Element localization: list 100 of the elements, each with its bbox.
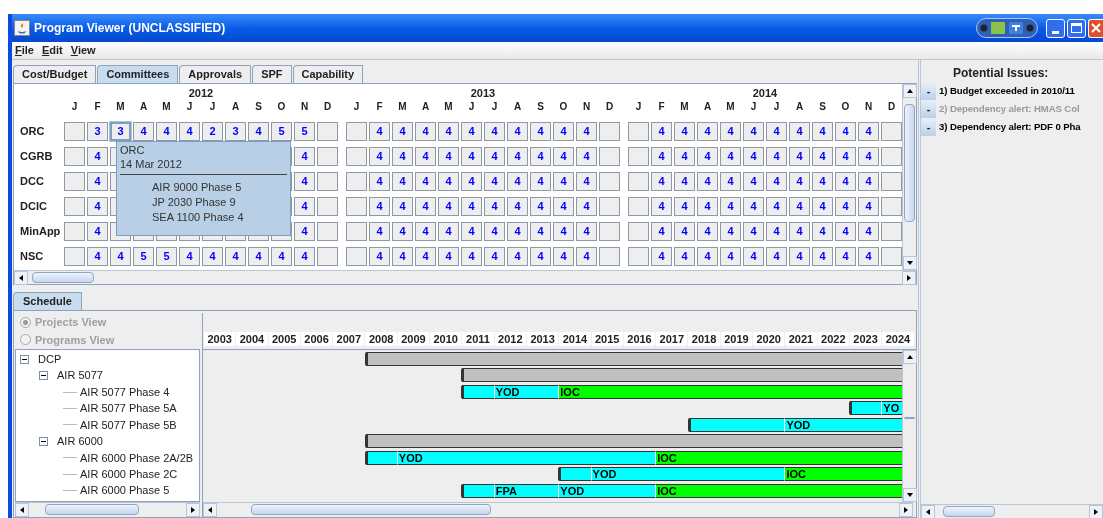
committee-cell[interactable]: 4 <box>835 247 856 266</box>
committee-cell[interactable] <box>346 122 367 141</box>
menu-item[interactable]: File <box>15 42 34 59</box>
committee-cell[interactable]: 4 <box>110 247 131 266</box>
committee-cell[interactable]: 4 <box>674 197 695 216</box>
committee-cell[interactable]: 4 <box>484 172 505 191</box>
remove-button[interactable]: - <box>921 82 936 100</box>
committee-cell[interactable]: 4 <box>858 172 879 191</box>
committee-cell[interactable]: 4 <box>697 222 718 241</box>
remove-button[interactable]: - <box>921 118 936 136</box>
committee-cell[interactable]: 4 <box>415 222 436 241</box>
committee-cell[interactable] <box>628 172 649 191</box>
committee-cell[interactable] <box>346 247 367 266</box>
committee-cell[interactable]: 4 <box>858 147 879 166</box>
milestone-segment[interactable]: IOC <box>655 483 902 498</box>
committee-cell[interactable]: 4 <box>484 222 505 241</box>
committee-cell[interactable] <box>346 147 367 166</box>
committee-cell[interactable]: 4 <box>766 197 787 216</box>
committee-cell[interactable] <box>599 222 620 241</box>
committee-cell[interactable]: 4 <box>674 122 695 141</box>
committee-cell[interactable]: 2 <box>202 122 223 141</box>
committee-cell[interactable]: 5 <box>271 122 292 141</box>
committee-cell[interactable]: 4 <box>87 172 108 191</box>
committee-cell[interactable]: 5 <box>294 122 315 141</box>
committee-cell[interactable]: 4 <box>697 122 718 141</box>
committee-cell[interactable] <box>346 172 367 191</box>
committee-cell[interactable]: 4 <box>766 247 787 266</box>
committee-cell[interactable] <box>881 222 902 241</box>
milestone-segment[interactable]: IOC <box>558 384 902 399</box>
scrollbar-thumb[interactable] <box>45 504 139 515</box>
committee-cell[interactable]: 4 <box>392 172 413 191</box>
committee-cell[interactable]: 4 <box>720 147 741 166</box>
milestone-segment[interactable]: YOD <box>493 384 559 399</box>
scroll-up-button[interactable] <box>903 350 917 364</box>
bar-segment[interactable] <box>849 401 882 416</box>
menu-item[interactable]: Edit <box>41 42 63 59</box>
committee-cell[interactable]: 4 <box>392 222 413 241</box>
menu-item[interactable]: View <box>70 42 96 59</box>
committee-cell[interactable]: 4 <box>812 147 833 166</box>
collapse-icon[interactable] <box>20 354 29 364</box>
committee-cell[interactable]: 4 <box>461 172 482 191</box>
committee-cell[interactable]: 4 <box>507 197 528 216</box>
committee-cell[interactable] <box>599 122 620 141</box>
scrollbar-thumb[interactable] <box>904 104 915 222</box>
committee-cell[interactable] <box>317 122 338 141</box>
tree-item[interactable]: AIR 5077 Phase 4 <box>80 383 170 401</box>
committee-cell[interactable]: 4 <box>812 122 833 141</box>
toolbar-pill-icon[interactable] <box>976 18 1038 38</box>
committee-cell[interactable]: 4 <box>789 147 810 166</box>
committee-cell[interactable]: 4 <box>576 122 597 141</box>
committee-cell[interactable]: 4 <box>743 172 764 191</box>
committee-cell[interactable] <box>628 197 649 216</box>
committee-cell[interactable]: 4 <box>87 197 108 216</box>
maximize-button[interactable] <box>1067 18 1086 38</box>
milestone-segment[interactable]: YO <box>881 401 902 416</box>
milestone-segment[interactable]: YOD <box>396 450 656 465</box>
committee-cell[interactable]: 4 <box>179 247 200 266</box>
committee-cell[interactable]: 4 <box>720 122 741 141</box>
committee-cell[interactable]: 4 <box>461 222 482 241</box>
committee-cell[interactable]: 4 <box>369 247 390 266</box>
tree-item[interactable]: AIR 6000 <box>57 433 103 450</box>
committee-cell[interactable] <box>317 172 338 191</box>
committee-cell[interactable]: 4 <box>415 147 436 166</box>
committee-cell[interactable]: 4 <box>697 172 718 191</box>
committee-cell[interactable]: 4 <box>484 247 505 266</box>
tab[interactable]: Schedule <box>13 292 82 310</box>
committee-cell[interactable]: 4 <box>507 147 528 166</box>
committee-cell[interactable]: 4 <box>553 197 574 216</box>
scroll-right-button[interactable] <box>186 503 200 517</box>
committee-cell[interactable]: 4 <box>858 247 879 266</box>
committee-cell[interactable]: 3 <box>110 122 131 141</box>
issue-text[interactable]: 1) Budget exceeded in 2010/11 <box>939 83 1075 99</box>
committee-cell[interactable] <box>628 247 649 266</box>
committee-cell[interactable] <box>881 122 902 141</box>
milestone-segment[interactable]: IOC <box>784 467 902 482</box>
committee-cell[interactable]: 4 <box>812 247 833 266</box>
committee-cell[interactable]: 4 <box>392 122 413 141</box>
collapse-icon[interactable] <box>39 371 48 381</box>
committee-cell[interactable]: 4 <box>133 122 154 141</box>
committee-cell[interactable]: 4 <box>576 197 597 216</box>
committee-cell[interactable]: 4 <box>835 147 856 166</box>
committee-cell[interactable]: 4 <box>789 222 810 241</box>
committee-cell[interactable]: 5 <box>156 247 177 266</box>
committee-cell[interactable] <box>628 222 649 241</box>
committee-cell[interactable] <box>64 122 85 141</box>
tab[interactable]: Cost/Budget <box>13 65 97 83</box>
committee-cell[interactable]: 4 <box>369 122 390 141</box>
scrollbar-thumb[interactable] <box>943 506 995 517</box>
committee-cell[interactable]: 4 <box>858 197 879 216</box>
committee-cell[interactable]: 4 <box>294 247 315 266</box>
committee-cell[interactable]: 4 <box>576 172 597 191</box>
committee-cell[interactable]: 4 <box>507 247 528 266</box>
committee-cell[interactable]: 4 <box>530 197 551 216</box>
committee-cell[interactable]: 4 <box>415 247 436 266</box>
committee-cell[interactable]: 4 <box>553 247 574 266</box>
milestone-segment[interactable]: YOD <box>784 417 902 432</box>
committee-cell[interactable]: 4 <box>835 222 856 241</box>
committee-cell[interactable]: 4 <box>651 222 672 241</box>
scroll-left-button[interactable] <box>14 271 28 285</box>
committee-cell[interactable]: 4 <box>553 172 574 191</box>
